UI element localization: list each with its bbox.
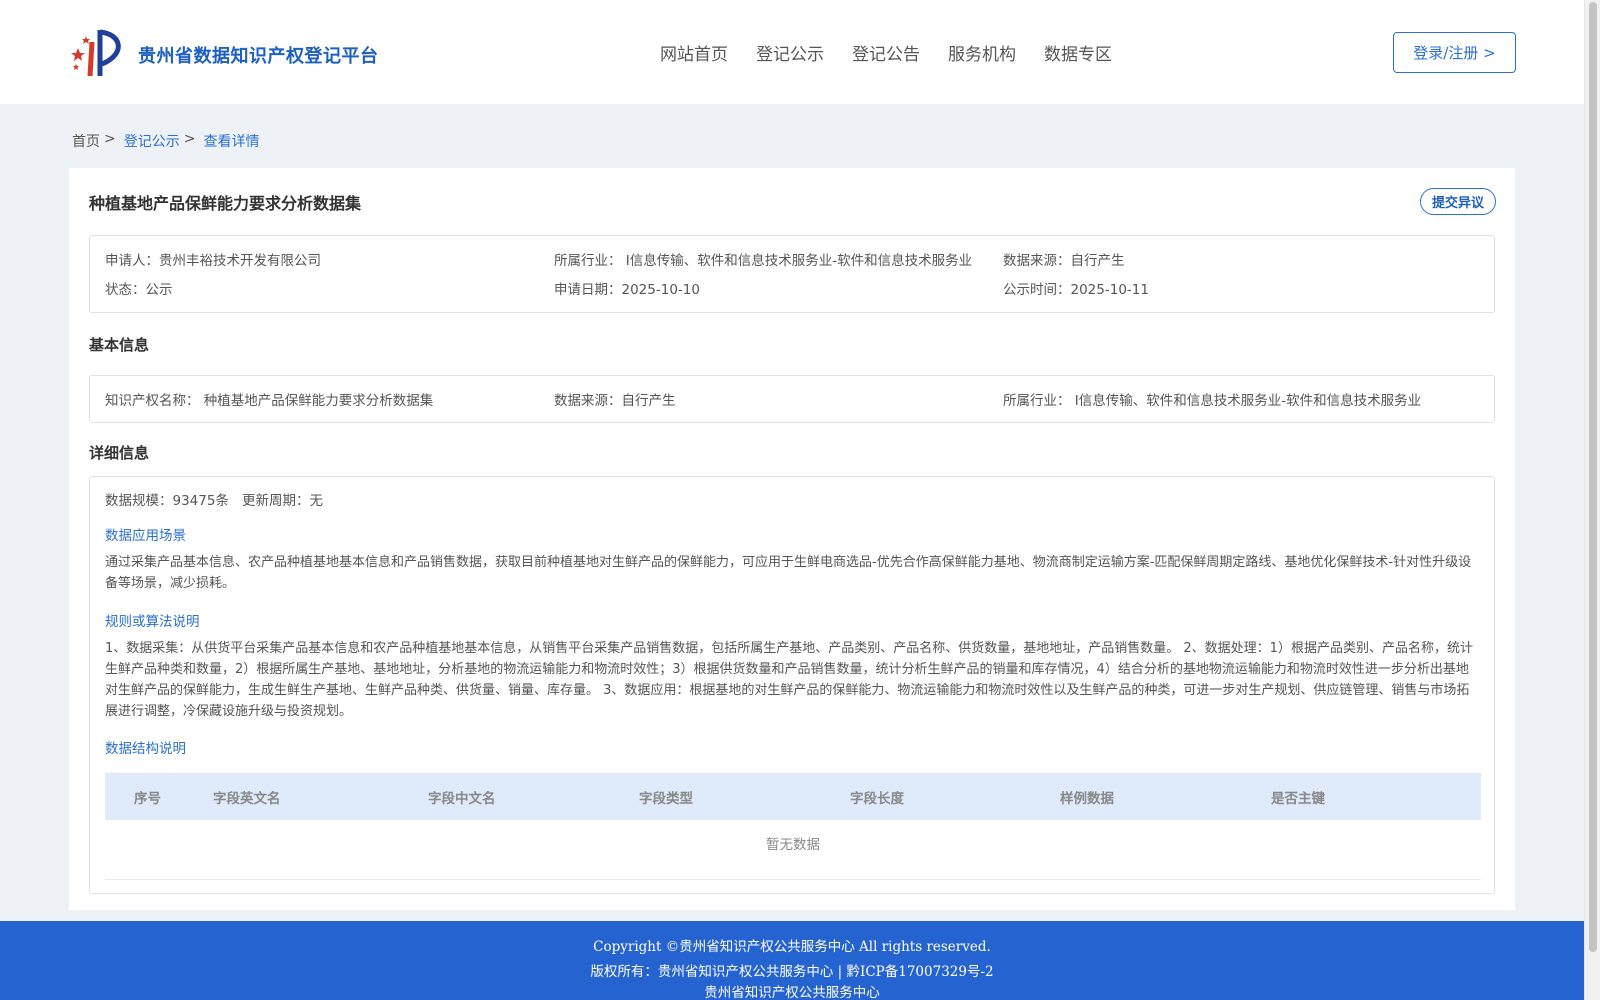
th-field-english-name: 字段英文名 [213,790,281,807]
th-field-length: 字段长度 [850,790,904,807]
site-logo-icon[interactable] [70,28,130,78]
submit-objection-button[interactable]: 提交异议 [1420,188,1496,215]
site-header: 贵州省数据知识产权登记平台 网站首页 登记公示 登记公告 服务机构 数据专区 登… [0,0,1584,104]
summary-box: 申请人：贵州丰裕技术开发有限公司 所属行业： I信息传输、软件和信息技术服务业-… [89,235,1495,313]
footer-org: 贵州省知识产权公共服务中心 [704,985,880,1000]
publish-date: 公示时间：2025-10-11 [1003,282,1149,298]
basic-info-heading: 基本信息 [89,336,150,354]
nav-service-agencies[interactable]: 服务机构 [948,40,1016,65]
nav-data-zone[interactable]: 数据专区 [1044,40,1112,65]
page-title: 种植基地产品保鲜能力要求分析数据集 [89,194,362,213]
detail-info-heading: 详细信息 [89,444,150,462]
table-empty-text: 暂无数据 [766,837,820,853]
breadcrumb-registration-publicity[interactable]: 登记公示 [124,131,180,151]
th-primary-key: 是否主键 [1271,790,1325,807]
th-field-chinese-name: 字段中文名 [428,790,496,807]
rules-text: 1、数据采集：从供货平台采集产品基本信息和农产品种植基地基本信息，从销售平台采集… [105,641,1473,719]
scrollbar-thumb[interactable] [1589,2,1597,952]
nav-home[interactable]: 网站首页 [660,40,728,65]
scenario-text: 通过采集产品基本信息、农产品种植基地基本信息和产品销售数据，获取目前种植基地对生… [105,555,1472,591]
footer-owner[interactable]: 版权所有：贵州省知识产权公共服务中心 | 黔ICP备17007329号-2 [0,960,1584,980]
update-cycle: 更新周期：无 [242,493,323,509]
breadcrumb-separator: > [183,131,196,147]
apply-date: 申请日期：2025-10-10 [554,282,700,298]
rules-title: 规则或算法说明 [105,614,200,630]
table-header-row: 序号 字段英文名 字段中文名 字段类型 字段长度 样例数据 是否主键 [105,773,1481,820]
nav-registration-announcement[interactable]: 登记公告 [852,40,920,65]
detail-card: 种植基地产品保鲜能力要求分析数据集 提交异议 申请人：贵州丰裕技术开发有限公司 … [69,168,1515,910]
page-scrollbar[interactable] [1584,0,1600,1000]
breadcrumb: 首页 > 登记公示 > 查看详情 [72,131,259,151]
basic-info-box: 知识产权名称： 种植基地产品保鲜能力要求分析数据集 数据来源：自行产生 所属行业… [89,375,1495,423]
th-field-type: 字段类型 [639,790,693,807]
status: 状态：公示 [105,282,173,298]
breadcrumb-separator: > [104,131,116,147]
breadcrumb-current[interactable]: 查看详情 [203,131,259,151]
th-sample-data: 样例数据 [1060,790,1114,807]
structure-title: 数据结构说明 [105,741,186,757]
basic-industry: 所属行业： I信息传输、软件和信息技术服务业-软件和信息技术服务业 [1003,393,1422,409]
industry: 所属行业： I信息传输、软件和信息技术服务业-软件和信息技术服务业 [554,253,973,269]
data-scale: 数据规模：93475条 [105,493,229,509]
data-source: 数据来源：自行产生 [1003,253,1125,269]
table-bottom-divider [105,879,1481,880]
detail-info-box: 数据规模：93475条 更新周期：无 数据应用场景 通过采集产品基本信息、农产品… [89,476,1495,894]
site-footer: Copyright ©贵州省知识产权公共服务中心 All rights rese… [0,921,1584,1000]
breadcrumb-home[interactable]: 首页 [72,131,100,151]
basic-data-source: 数据来源：自行产生 [554,393,676,409]
ip-name: 知识产权名称： 种植基地产品保鲜能力要求分析数据集 [105,393,434,409]
scenario-title: 数据应用场景 [105,528,186,544]
main-nav: 网站首页 登记公示 登记公告 服务机构 数据专区 [660,40,1112,65]
nav-registration-publicity[interactable]: 登记公示 [756,40,824,65]
footer-copyright: Copyright ©贵州省知识产权公共服务中心 All rights rese… [593,939,991,955]
th-index: 序号 [134,790,161,807]
login-register-button[interactable]: 登录/注册 > [1393,32,1516,73]
applicant: 申请人：贵州丰裕技术开发有限公司 [105,253,321,269]
site-title[interactable]: 贵州省数据知识产权登记平台 [138,42,379,68]
